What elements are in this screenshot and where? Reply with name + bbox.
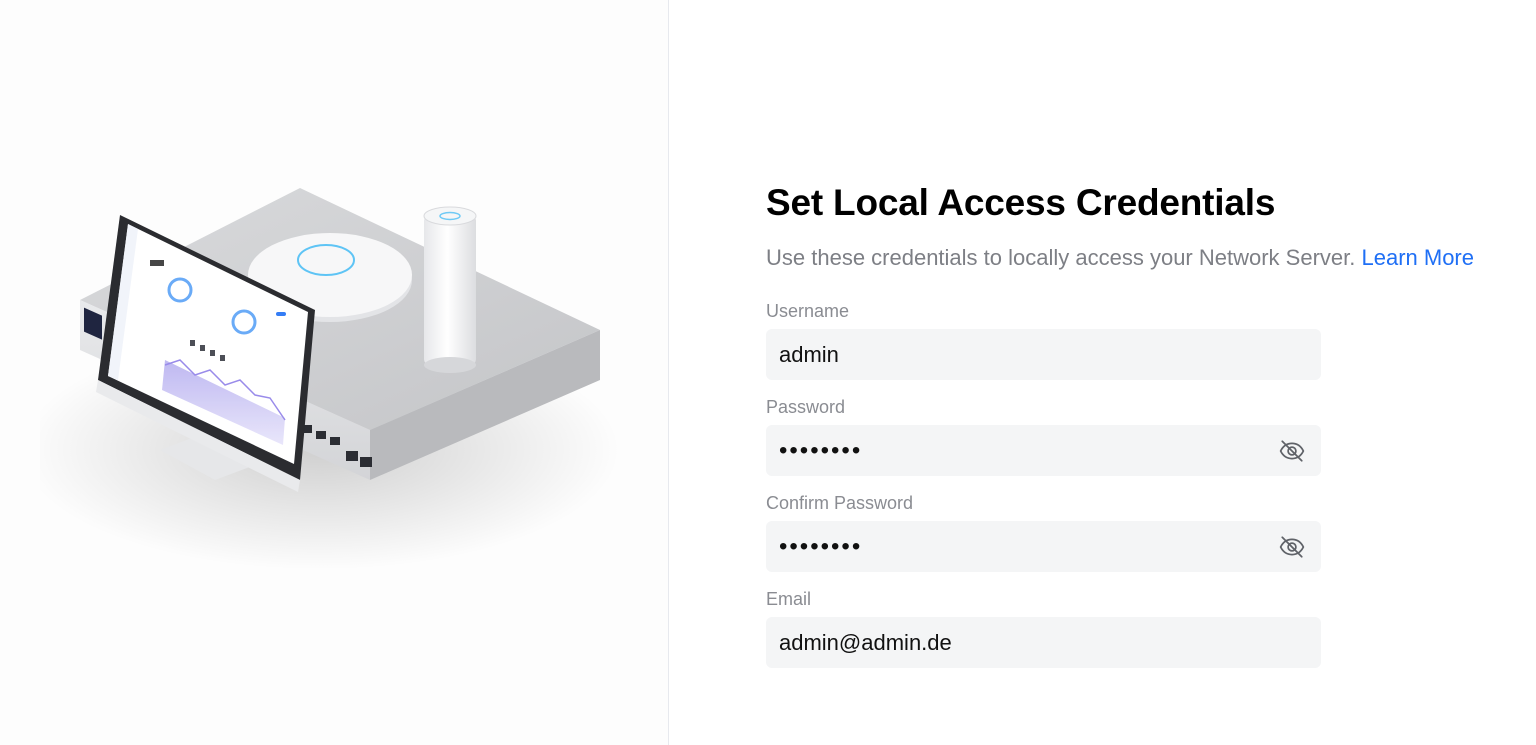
eye-off-icon[interactable] xyxy=(1279,438,1305,464)
username-field: Username xyxy=(766,298,1506,380)
email-label: Email xyxy=(766,589,812,609)
email-input[interactable] xyxy=(766,617,1321,668)
setup-page: Set Local Access Credentials Use these c… xyxy=(0,0,1536,745)
email-input-box xyxy=(766,617,1321,668)
panel-divider xyxy=(668,0,669,745)
page-subtitle: Use these credentials to locally access … xyxy=(766,240,1506,276)
confirm-password-input[interactable] xyxy=(766,521,1321,572)
password-field: Password xyxy=(766,394,1506,476)
confirm-password-label: Confirm Password xyxy=(766,493,914,513)
illustration-panel xyxy=(0,0,668,745)
confirm-password-input-box xyxy=(766,521,1321,572)
confirm-password-field: Confirm Password xyxy=(766,490,1506,572)
learn-more-link[interactable]: Learn More xyxy=(1361,245,1474,270)
username-input-box xyxy=(766,329,1321,380)
email-field: Email xyxy=(766,586,1506,668)
password-label: Password xyxy=(766,397,846,417)
username-input[interactable] xyxy=(766,329,1321,380)
network-devices-illustration xyxy=(40,188,620,570)
password-input[interactable] xyxy=(766,425,1321,476)
credentials-form: Set Local Access Credentials Use these c… xyxy=(766,178,1506,682)
page-title: Set Local Access Credentials xyxy=(766,182,1276,223)
subtitle-text: Use these credentials to locally access … xyxy=(766,245,1356,270)
password-input-box xyxy=(766,425,1321,476)
eye-off-icon[interactable] xyxy=(1279,534,1305,560)
username-label: Username xyxy=(766,301,850,321)
